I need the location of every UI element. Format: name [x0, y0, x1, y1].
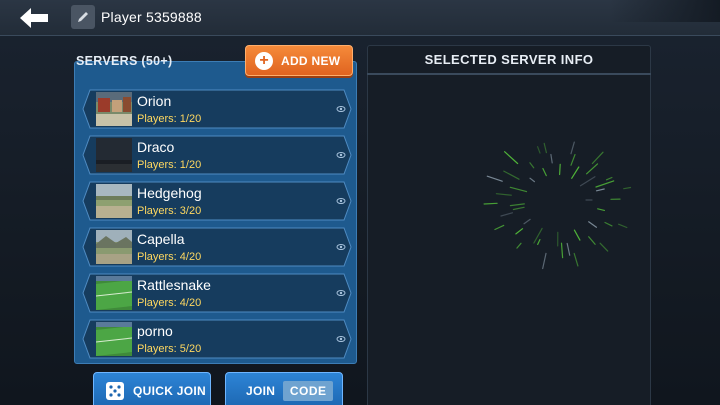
loading-streak: [623, 186, 632, 190]
loading-streak: [542, 167, 547, 177]
loading-streak: [550, 153, 553, 164]
server-thumbnail: [96, 184, 132, 218]
loading-streak: [543, 142, 548, 154]
loading-streak: [542, 252, 547, 270]
back-button[interactable]: [10, 3, 58, 33]
loading-streak: [599, 242, 609, 252]
server-row-porno[interactable]: porno Players: 5/20: [82, 319, 352, 359]
eye-icon: [336, 106, 346, 112]
server-thumbnail: [96, 276, 132, 310]
code-label: CODE: [283, 381, 334, 401]
eye-icon: [336, 244, 346, 250]
loading-streak: [509, 186, 528, 193]
loading-streak: [570, 141, 575, 155]
loading-streak: [579, 176, 596, 187]
loading-streak: [503, 151, 519, 165]
quick-join-button[interactable]: QUICK JOIN: [93, 372, 211, 405]
loading-streak: [588, 236, 596, 245]
server-row-orion[interactable]: Orion Players: 1/20: [82, 89, 352, 129]
loading-streak: [529, 177, 536, 183]
loading-streak: [570, 153, 576, 166]
loading-streak: [558, 163, 561, 176]
server-players: Players: 5/20: [137, 343, 202, 355]
loading-streak: [597, 208, 605, 212]
join-code-button[interactable]: JOIN CODE: [225, 372, 343, 405]
loading-streak: [486, 175, 503, 182]
loading-streak: [529, 162, 535, 169]
loading-streak: [503, 170, 520, 180]
servers-count-label: SERVERS (50+): [76, 54, 173, 68]
plus-circle-icon: +: [255, 51, 273, 70]
server-row-capella[interactable]: Capella Players: 4/20: [82, 227, 352, 267]
server-thumbnail: [96, 322, 132, 356]
server-name: Capella: [137, 231, 185, 247]
loading-streak: [533, 227, 543, 244]
server-name: porno: [137, 323, 173, 339]
server-row-rattlesnake[interactable]: Rattlesnake Players: 4/20: [82, 273, 352, 313]
loading-spinner-icon: [483, 141, 632, 270]
eye-icon: [336, 152, 346, 158]
loading-streak: [571, 166, 580, 179]
loading-streak: [500, 212, 514, 217]
loading-streak: [573, 229, 581, 241]
quick-join-label: QUICK JOIN: [133, 384, 207, 398]
loading-streak: [536, 146, 541, 154]
eye-icon: [336, 336, 346, 342]
server-players: Players: 1/20: [137, 159, 202, 171]
loading-streak: [494, 224, 505, 231]
server-thumbnail: [96, 138, 132, 172]
loading-streak: [483, 202, 498, 205]
server-name: Orion: [137, 93, 172, 109]
loading-streak: [588, 221, 598, 228]
eye-icon: [336, 290, 346, 296]
player-name[interactable]: Player 5359888: [101, 9, 202, 25]
join-label: JOIN: [246, 384, 276, 398]
server-thumbnail: [96, 230, 132, 264]
server-players: Players: 3/20: [137, 205, 202, 217]
loading-streak: [585, 163, 599, 175]
loading-streak: [509, 203, 525, 207]
add-new-button[interactable]: + ADD NEW: [245, 45, 353, 76]
loading-streak: [618, 223, 628, 229]
loading-streak: [595, 188, 605, 192]
server-players: Players: 4/20: [137, 251, 202, 263]
back-arrow-icon: [20, 8, 48, 28]
server-name: Rattlesnake: [137, 277, 211, 293]
server-row-draco[interactable]: Draco Players: 1/20: [82, 135, 352, 175]
loading-streak: [604, 221, 613, 227]
server-thumbnail: [96, 92, 132, 126]
pencil-icon: [78, 12, 88, 22]
loading-streak: [523, 218, 531, 225]
server-players: Players: 4/20: [137, 297, 202, 309]
selected-server-info-header: SELECTED SERVER INFO: [367, 45, 651, 75]
edit-name-button[interactable]: [71, 5, 95, 29]
loading-streak: [560, 242, 564, 259]
loading-streak: [573, 252, 579, 267]
loading-streak: [515, 228, 524, 235]
selected-server-info-title: SELECTED SERVER INFO: [424, 51, 594, 67]
loading-streak: [591, 151, 604, 165]
loading-streak: [495, 193, 512, 196]
add-new-label: ADD NEW: [281, 53, 341, 68]
server-name: Hedgehog: [137, 185, 202, 201]
loading-streak: [537, 238, 541, 246]
top-bar-fade: [610, 0, 720, 22]
loading-streak: [566, 242, 571, 256]
loading-streak: [605, 176, 613, 181]
server-players: Players: 1/20: [137, 113, 202, 125]
server-row-hedgehog[interactable]: Hedgehog Players: 3/20: [82, 181, 352, 221]
dice-icon: [106, 382, 124, 400]
server-name: Draco: [137, 139, 175, 155]
eye-icon: [336, 198, 346, 204]
loading-streak: [516, 242, 522, 249]
loading-streak: [595, 180, 615, 188]
loading-streak: [512, 206, 525, 211]
